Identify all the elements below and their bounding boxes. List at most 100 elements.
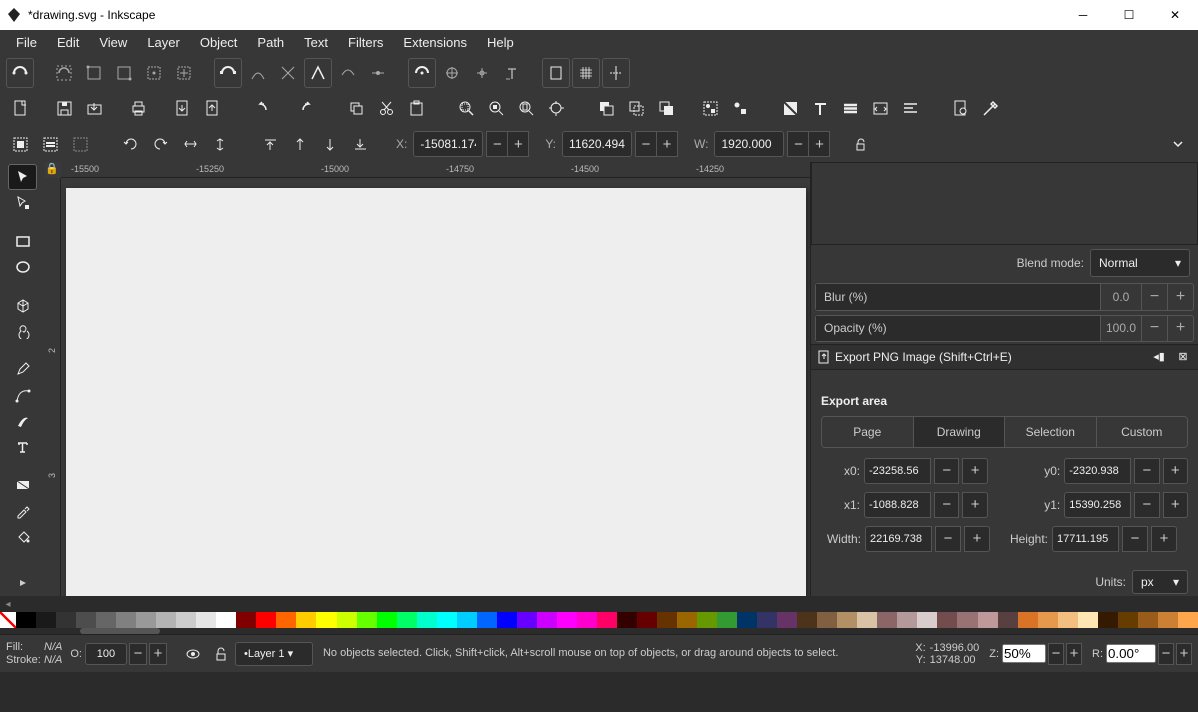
snap-enable-icon[interactable] [6,58,34,88]
swatch[interactable] [677,612,697,628]
save-icon[interactable] [50,94,78,122]
snap-other-icon[interactable] [408,58,436,88]
swatch[interactable] [937,612,957,628]
tab-drawing[interactable]: Drawing [914,417,1006,447]
swatch[interactable] [316,612,336,628]
rot-plus-button[interactable]: + [1176,643,1192,665]
swatch[interactable] [477,612,497,628]
snap-bbox-corner-icon[interactable] [110,59,138,87]
swatch[interactable] [1178,612,1198,628]
rect-tool[interactable] [8,228,37,254]
preferences-icon[interactable] [976,94,1004,122]
snap-bbox-midpoint-icon[interactable] [140,59,168,87]
opacity-label[interactable]: Opacity (%) [816,316,1101,341]
swatch[interactable] [1058,612,1078,628]
snap-bbox-center-icon[interactable] [170,59,198,87]
menu-layer[interactable]: Layer [137,32,190,53]
minimize-button[interactable]: ─ [1060,0,1106,30]
select-all-icon[interactable] [6,130,34,158]
swatch[interactable] [1018,612,1038,628]
swatch[interactable] [457,612,477,628]
menu-file[interactable]: File [6,32,47,53]
duplicate-icon[interactable] [592,94,620,122]
menu-path[interactable]: Path [247,32,294,53]
width-minus-button[interactable]: − [935,526,961,552]
swatch[interactable] [196,612,216,628]
swatch[interactable] [777,612,797,628]
canvas-hscroll[interactable]: ◂ [0,596,1198,612]
lower-bottom-icon[interactable] [346,130,374,158]
paste-icon[interactable] [402,94,430,122]
tab-selection[interactable]: Selection [1005,417,1097,447]
vertical-ruler[interactable]: 2 3 [45,178,61,596]
snap-text-icon[interactable] [498,59,526,87]
layer-select[interactable]: •Layer 1 ▾ [235,642,313,666]
o-plus-button[interactable]: + [149,643,167,665]
swatch[interactable] [797,612,817,628]
cut-icon[interactable] [372,94,400,122]
pencil-tool[interactable] [8,356,37,382]
swatch[interactable] [757,612,777,628]
swatch[interactable] [36,612,56,628]
paintbucket-tool[interactable] [8,524,37,550]
copy-icon[interactable] [342,94,370,122]
ruler-lock-icon[interactable]: 🔒 [45,162,59,175]
zoom-minus-button[interactable]: − [1048,643,1064,665]
align-icon[interactable] [896,94,924,122]
snap-bbox-edge-icon[interactable] [80,59,108,87]
swatch[interactable] [597,612,617,628]
selector-tool[interactable] [8,164,37,190]
swatch[interactable] [236,612,256,628]
menu-extensions[interactable]: Extensions [393,32,477,53]
swatch[interactable] [1098,612,1118,628]
lock-ratio-icon[interactable] [846,130,874,158]
o-minus-button[interactable]: − [129,643,147,665]
swatch[interactable] [917,612,937,628]
horizontal-ruler[interactable]: -15500 -15250 -15000 -14750 -14500 -1425… [61,162,810,178]
swatch[interactable] [377,612,397,628]
swatch[interactable] [1158,612,1178,628]
ellipse-tool[interactable] [8,254,37,280]
open-icon[interactable] [80,94,108,122]
snap-path-icon[interactable] [244,59,272,87]
zoom-page-icon[interactable] [512,94,540,122]
y1-plus-button[interactable]: + [1163,492,1188,518]
x-plus-button[interactable]: + [507,131,529,157]
swatch[interactable] [717,612,737,628]
w-plus-button[interactable]: + [808,131,830,157]
swatch[interactable] [56,612,76,628]
snap-smooth-icon[interactable] [334,59,362,87]
swatch[interactable] [998,612,1018,628]
snap-midpoint-icon[interactable] [364,59,392,87]
panel-close-icon[interactable]: ⊠ [1174,348,1192,366]
blend-select[interactable]: Normal ▾ [1090,249,1190,277]
raise-icon[interactable] [286,130,314,158]
stroke-value[interactable]: N/A [44,654,62,666]
new-doc-icon[interactable] [6,94,34,122]
bezier-tool[interactable] [8,382,37,408]
opacity-minus-button[interactable]: − [1141,316,1167,341]
y-minus-button[interactable]: − [635,131,657,157]
w-minus-button[interactable]: − [787,131,809,157]
snap-cusp-icon[interactable] [304,58,332,88]
swatch[interactable] [897,612,917,628]
scroll-left-icon[interactable]: ◂ [0,596,16,612]
raise-top-icon[interactable] [256,130,284,158]
swatch[interactable] [357,612,377,628]
menu-edit[interactable]: Edit [47,32,89,53]
zoom-selection-icon[interactable] [452,94,480,122]
swatch[interactable] [697,612,717,628]
x-input[interactable] [413,131,483,157]
swatch[interactable] [156,612,176,628]
gradient-tool[interactable] [8,472,37,498]
visibility-toggle-icon[interactable] [179,640,207,668]
swatch[interactable] [657,612,677,628]
swatch[interactable] [517,612,537,628]
xml-icon[interactable] [866,94,894,122]
swatch[interactable] [877,612,897,628]
close-button[interactable]: ✕ [1152,0,1198,30]
swatch[interactable] [437,612,457,628]
text-dialog-icon[interactable] [806,94,834,122]
menu-view[interactable]: View [89,32,137,53]
zoom-center-icon[interactable] [542,94,570,122]
